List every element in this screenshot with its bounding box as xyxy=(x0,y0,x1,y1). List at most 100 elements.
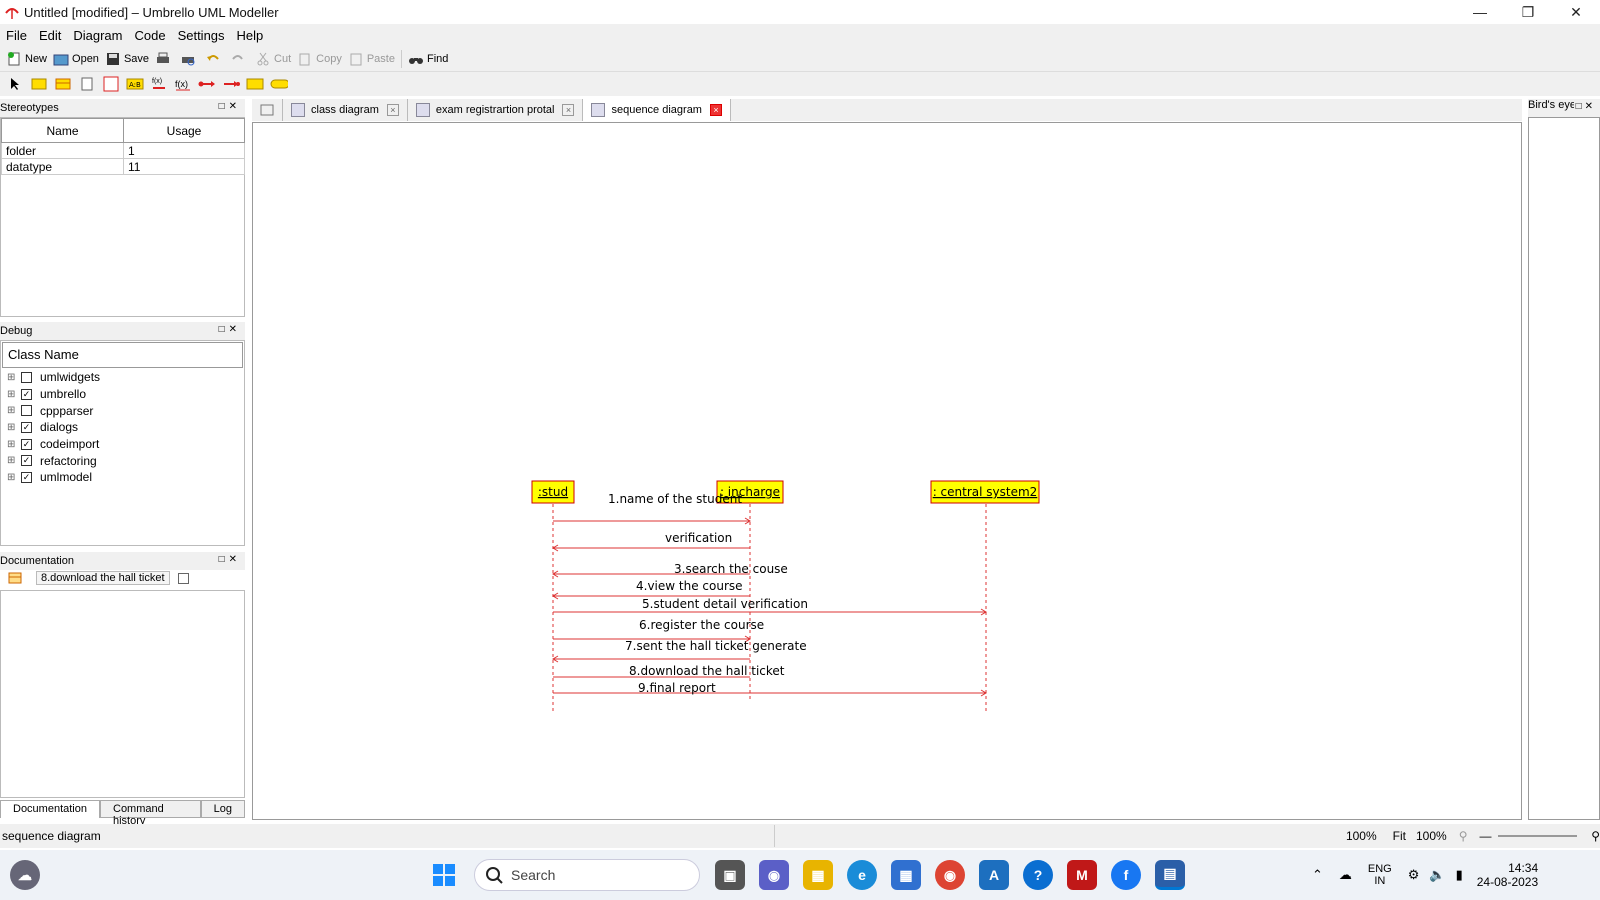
list-item[interactable]: ⊞ ✓ codeimport xyxy=(1,436,244,453)
list-item[interactable]: ⊞ umlwidgets xyxy=(1,369,244,386)
menu-file[interactable]: File xyxy=(0,28,33,43)
close-icon[interactable]: ✕ xyxy=(229,324,241,335)
message-label[interactable]: 8.download the hall ticket xyxy=(629,664,785,678)
taskbar-search[interactable]: Search xyxy=(474,859,700,891)
zoom-reset-button[interactable]: 100% xyxy=(1416,829,1447,843)
restore-button[interactable]: ❐ xyxy=(1504,0,1552,24)
zoom-in-icon[interactable]: ⚲ xyxy=(1591,829,1600,843)
box-tool[interactable] xyxy=(102,75,120,93)
async-message-tool[interactable]: f(x) xyxy=(174,75,192,93)
menu-settings[interactable]: Settings xyxy=(172,28,231,43)
tab-documentation[interactable]: Documentation xyxy=(0,800,100,818)
close-icon[interactable]: ✕ xyxy=(229,101,241,112)
object-tool[interactable] xyxy=(30,75,48,93)
close-window-button[interactable]: ✕ xyxy=(1552,0,1600,24)
clock[interactable]: 14:34 24-08-2023 xyxy=(1477,861,1538,889)
select-tool[interactable] xyxy=(6,75,24,93)
diagram-canvas[interactable]: :stud : incharge : central system2 1.nam… xyxy=(252,122,1522,820)
column-usage[interactable]: Usage xyxy=(123,118,245,143)
print-preview-button[interactable] xyxy=(180,48,199,70)
list-item[interactable]: ⊞ ✓ umbrello xyxy=(1,386,244,403)
tab-exam-registration[interactable]: exam registrartion protal × xyxy=(408,99,584,121)
facebook-icon[interactable]: f xyxy=(1111,860,1141,890)
list-item[interactable]: ⊞ ✓ umlmodel xyxy=(1,469,244,486)
battery-icon[interactable]: ▮ xyxy=(1456,867,1463,883)
open-button[interactable]: Open xyxy=(53,48,99,70)
tab-log[interactable]: Log xyxy=(200,800,245,818)
chrome-icon[interactable]: ◉ xyxy=(935,860,965,890)
float-icon[interactable]: □ xyxy=(219,101,229,112)
checkbox[interactable] xyxy=(177,572,189,584)
close-tab-icon[interactable]: × xyxy=(386,104,399,116)
checkbox[interactable]: ✓ xyxy=(21,455,32,467)
message-label[interactable]: 7.sent the hall ticket generate xyxy=(625,639,807,653)
expand-icon[interactable]: ⊞ xyxy=(7,405,15,416)
menu-diagram[interactable]: Diagram xyxy=(67,28,128,43)
actor-tool[interactable] xyxy=(54,75,72,93)
task-view-icon[interactable]: ▣ xyxy=(715,860,745,890)
lifeline-box-central-system[interactable]: : central system2 xyxy=(930,480,1040,504)
float-icon[interactable]: □ xyxy=(1576,101,1585,112)
message-label[interactable]: 6.register the course xyxy=(639,618,764,632)
table-row[interactable]: folder 1 xyxy=(1,142,245,159)
find-button[interactable]: Find xyxy=(408,48,448,70)
microsoft-store-icon[interactable]: ▦ xyxy=(891,860,921,890)
zoom-out-icon[interactable]: ⚲ xyxy=(1459,829,1468,843)
redo-button[interactable] xyxy=(230,48,249,70)
expand-icon[interactable]: ⊞ xyxy=(7,439,15,450)
lost-message-tool[interactable] xyxy=(222,75,240,93)
save-button[interactable]: Save xyxy=(105,48,149,70)
mcafee-icon[interactable]: M xyxy=(1067,860,1097,890)
precondition-tool[interactable] xyxy=(270,75,288,93)
float-icon[interactable]: □ xyxy=(219,554,229,565)
combined-fragment-tool[interactable] xyxy=(246,75,264,93)
network-icon[interactable]: ⚙ xyxy=(1408,867,1420,883)
expand-icon[interactable]: ⊞ xyxy=(7,422,15,433)
class-name-column[interactable]: Class Name xyxy=(2,342,243,368)
tab-sequence-diagram[interactable]: sequence diagram × xyxy=(583,99,731,121)
print-button[interactable] xyxy=(155,48,174,70)
myasus-icon[interactable]: A xyxy=(979,860,1009,890)
documentation-field[interactable]: 8.download the hall ticket xyxy=(36,571,170,585)
volume-muted-icon[interactable]: 🔈 xyxy=(1429,867,1445,883)
windows-start-icon[interactable] xyxy=(429,860,459,890)
zoom-slider[interactable] xyxy=(1497,835,1578,837)
paste-button[interactable]: Paste xyxy=(348,48,395,70)
list-item[interactable]: ⊞ cppparser xyxy=(1,402,244,419)
found-message-tool[interactable] xyxy=(198,75,216,93)
close-icon[interactable]: ✕ xyxy=(229,554,241,565)
undo-button[interactable] xyxy=(205,48,224,70)
expand-icon[interactable]: ⊞ xyxy=(7,472,15,483)
checkbox[interactable]: ✓ xyxy=(21,438,32,450)
expand-icon[interactable]: ⊞ xyxy=(7,372,15,383)
menu-code[interactable]: Code xyxy=(128,28,171,43)
message-label[interactable]: verification xyxy=(665,531,732,545)
checkbox[interactable]: ✓ xyxy=(21,421,32,433)
message-label[interactable]: 4.view the course xyxy=(636,579,743,593)
message-label[interactable]: 1.name of the student xyxy=(608,492,742,506)
float-icon[interactable]: □ xyxy=(219,324,229,335)
lifeline-box-stud[interactable]: :stud xyxy=(531,480,575,504)
teams-chat-icon[interactable]: ◉ xyxy=(759,860,789,890)
table-row[interactable]: datatype 11 xyxy=(1,158,245,175)
checkbox[interactable] xyxy=(21,371,32,383)
close-icon[interactable]: ✕ xyxy=(1585,101,1596,112)
menu-edit[interactable]: Edit xyxy=(33,28,67,43)
checkbox[interactable] xyxy=(21,405,32,417)
text-tool[interactable]: A:B xyxy=(126,75,144,93)
tab-command-history[interactable]: Command history xyxy=(100,800,201,827)
note-tool[interactable] xyxy=(78,75,96,93)
menu-help[interactable]: Help xyxy=(231,28,270,43)
expand-icon[interactable]: ⊞ xyxy=(7,455,15,466)
help-icon[interactable]: ? xyxy=(1023,860,1053,890)
onedrive-icon[interactable]: ☁ xyxy=(1339,867,1352,883)
tab-class-diagram[interactable]: class diagram × xyxy=(283,99,408,121)
birds-eye-panel[interactable] xyxy=(1528,117,1600,820)
message-label[interactable]: 5.student detail verification xyxy=(642,597,808,611)
checkbox[interactable]: ✓ xyxy=(21,388,32,400)
chevron-up-icon[interactable]: ⌃ xyxy=(1312,867,1323,883)
expand-icon[interactable]: ⊞ xyxy=(7,389,15,400)
umbrello-taskbar-icon[interactable]: ▤ xyxy=(1155,860,1185,890)
language-indicator[interactable]: ENG IN xyxy=(1368,863,1392,887)
zoom-minus-icon[interactable]: — xyxy=(1480,829,1492,843)
